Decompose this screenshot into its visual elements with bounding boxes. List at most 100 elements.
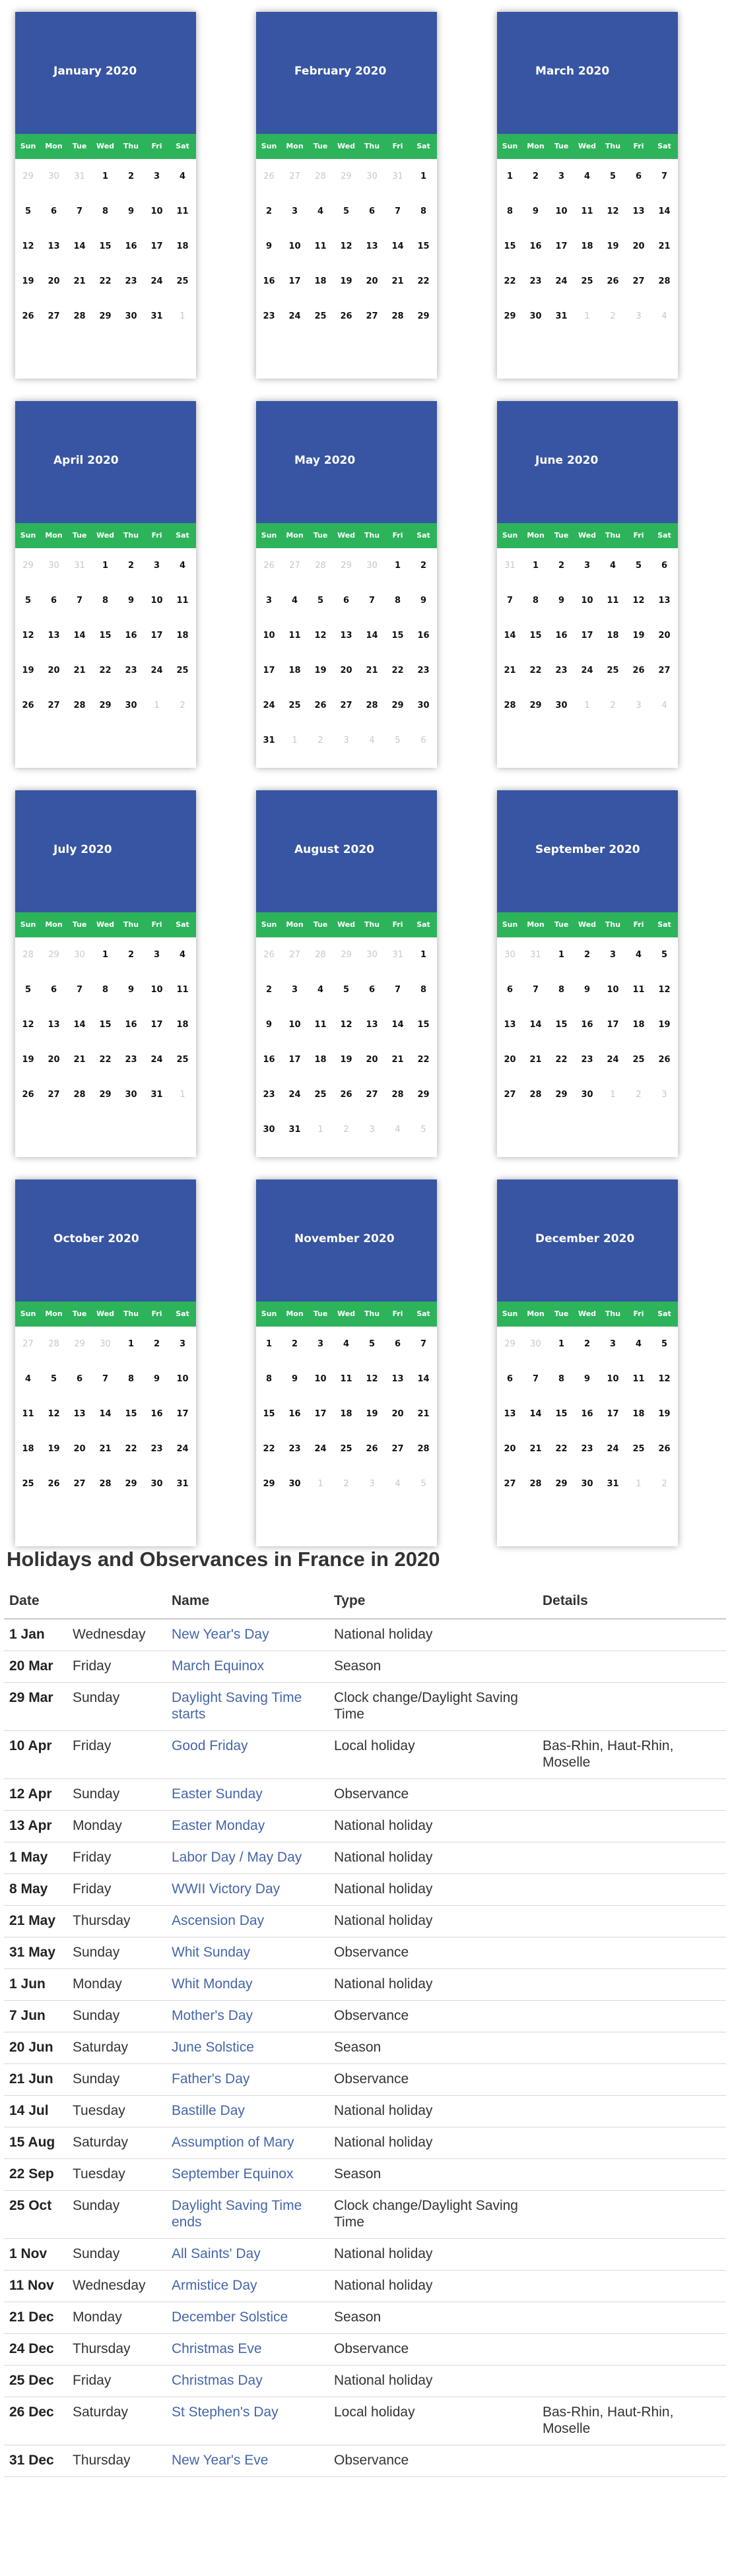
day-cell: 10 — [150, 596, 163, 606]
week-row: 9 10 11 12 13 14 15 — [256, 1007, 437, 1042]
day-cell-outside: 30 — [74, 950, 85, 960]
holiday-type: Season — [329, 1650, 537, 1683]
week-row: 2 3 4 5 6 7 8 — [256, 194, 437, 229]
day-cell: 24 — [314, 1444, 327, 1454]
holiday-details — [537, 2127, 726, 2159]
holiday-name-link[interactable]: Daylight Saving Time ends — [166, 2190, 329, 2239]
holiday-name-link[interactable]: Easter Monday — [166, 1810, 329, 1842]
day-cell: 25 — [632, 1444, 645, 1454]
holiday-name-link[interactable]: Mother's Day — [166, 2000, 329, 2032]
day-cell: 20 — [48, 1055, 60, 1065]
holiday-name-link[interactable]: New Year's Day — [166, 1619, 329, 1651]
day-cell: 14 — [99, 1409, 112, 1419]
holiday-type: National holiday — [329, 1968, 537, 2001]
holiday-date-cell: 31 May Sunday — [4, 1937, 166, 1969]
week-row: 13 14 15 16 17 18 19 — [497, 1397, 678, 1431]
day-cell: 4 — [317, 985, 324, 995]
day-cell: 26 — [658, 1055, 671, 1065]
holiday-name-link[interactable]: Christmas Eve — [166, 2333, 329, 2366]
month-card: February 2020 Sun Mon Tue Wed Thu Fri Sat 26 27 28… — [256, 12, 437, 379]
holiday-name-link[interactable]: Daylight Saving Time starts — [166, 1682, 329, 1731]
month-title: August 2020 — [294, 843, 375, 856]
day-cell: 4 — [343, 1339, 350, 1349]
holiday-name-link[interactable]: September Equinox — [166, 2158, 329, 2191]
day-cell: 2 — [532, 172, 539, 181]
holiday-row: 13 Apr Monday Easter Monday National holida… — [4, 1810, 726, 1842]
day-cell: 13 — [340, 631, 352, 641]
holiday-type: Observance — [329, 2333, 537, 2366]
day-cell: 6 — [343, 596, 350, 606]
holiday-name-link[interactable]: March Equinox — [166, 1650, 329, 1683]
day-cell: 2 — [127, 950, 135, 960]
day-cell: 14 — [73, 241, 86, 251]
holiday-name-link[interactable]: WWII Victory Day — [166, 1873, 329, 1906]
holiday-name-link[interactable]: Ascension Day — [166, 1905, 329, 1937]
weekday-label: Thu — [605, 1309, 621, 1318]
holiday-name-link[interactable]: Assumption of Mary — [166, 2127, 329, 2159]
day-cell: 27 — [366, 311, 378, 321]
holiday-name-link[interactable]: Father's Day — [166, 2063, 329, 2096]
day-cell: 23 — [581, 1444, 593, 1454]
day-cell: 14 — [391, 1020, 404, 1030]
day-cell: 5 — [609, 172, 616, 181]
holiday-name-link[interactable]: June Solstice — [166, 2032, 329, 2064]
day-cell-outside: 3 — [636, 701, 642, 710]
week-row: 23 24 25 26 27 28 29 — [256, 1077, 437, 1112]
holiday-date: 11 Nov — [9, 2278, 54, 2293]
holiday-type: National holiday — [329, 1905, 537, 1937]
day-cell: 31 — [555, 311, 568, 321]
holiday-name-link[interactable]: Bastille Day — [166, 2095, 329, 2127]
holiday-weekday: Tuesday — [73, 2103, 125, 2118]
holiday-name-link[interactable]: Good Friday — [166, 1730, 329, 1779]
day-cell: 18 — [632, 1409, 645, 1419]
week-row: 8 9 10 11 12 13 14 — [256, 1362, 437, 1397]
week-row: 11 12 13 14 15 16 17 — [15, 1397, 196, 1431]
day-cell: 24 — [288, 311, 301, 321]
week-row: 30 31 1 2 3 4 5 — [497, 937, 678, 972]
holiday-weekday: Friday — [73, 1881, 112, 1897]
day-cell: 13 — [366, 1020, 378, 1030]
header-type: Type — [329, 1586, 537, 1619]
month-title: November 2020 — [294, 1232, 395, 1245]
day-cell: 12 — [22, 1020, 34, 1030]
day-cell: 17 — [150, 1020, 163, 1030]
week-row: 2 3 4 5 6 7 8 — [256, 972, 437, 1007]
day-cell: 29 — [504, 311, 516, 321]
holiday-name-link[interactable]: Whit Monday — [166, 1968, 329, 2001]
day-cell: 29 — [417, 1090, 430, 1100]
day-cell: 7 — [394, 206, 401, 216]
holiday-name-link[interactable]: New Year's Eve — [166, 2445, 329, 2477]
day-cell-outside: 5 — [420, 1125, 426, 1135]
holiday-type: National holiday — [329, 1842, 537, 1874]
holiday-row: 1 May Friday Labor Day / May Day National h… — [4, 1842, 726, 1874]
month-header: November 2020 — [256, 1179, 437, 1302]
holiday-name-link[interactable]: Armistice Day — [166, 2270, 329, 2302]
day-cell-outside: 1 — [292, 736, 298, 745]
holiday-name-link[interactable]: St Stephen's Day — [166, 2397, 329, 2445]
day-cell: 24 — [607, 1444, 619, 1454]
weekday-label: Sun — [502, 1309, 518, 1318]
holiday-name-link[interactable]: Christmas Day — [166, 2365, 329, 2397]
day-cell: 29 — [99, 1090, 112, 1100]
weekday-label: Thu — [364, 142, 380, 150]
holiday-name-link[interactable]: Whit Sunday — [166, 1937, 329, 1969]
weekday-label: Wed — [96, 920, 115, 929]
holiday-name-link[interactable]: December Solstice — [166, 2302, 329, 2334]
day-cell-outside: 1 — [636, 1479, 642, 1489]
holiday-name-link[interactable]: Labor Day / May Day — [166, 1842, 329, 1874]
day-cell-outside: 29 — [341, 950, 352, 960]
day-cell: 28 — [73, 701, 86, 710]
month-days: 31 1 2 3 4 5 6 7 8 9 10 11 12 13 14 15 16 17 18 19 20 21 22 23 2… — [497, 548, 678, 723]
day-cell: 6 — [506, 1374, 514, 1384]
day-cell: 22 — [417, 276, 430, 286]
day-cell-outside: 29 — [22, 561, 34, 571]
holiday-name-link[interactable]: Easter Sunday — [166, 1778, 329, 1811]
weekday-bar: Sun Mon Tue Wed Thu Fri Sat — [256, 912, 437, 937]
holiday-name-link[interactable]: All Saints' Day — [166, 2238, 329, 2271]
header-name: Name — [166, 1586, 329, 1619]
week-row: 29 30 1 2 3 4 5 — [497, 1327, 678, 1362]
day-cell: 12 — [48, 1409, 60, 1419]
holiday-date: 1 Jun — [9, 1976, 46, 1992]
day-cell: 7 — [76, 596, 83, 606]
day-cell: 6 — [76, 1374, 83, 1384]
